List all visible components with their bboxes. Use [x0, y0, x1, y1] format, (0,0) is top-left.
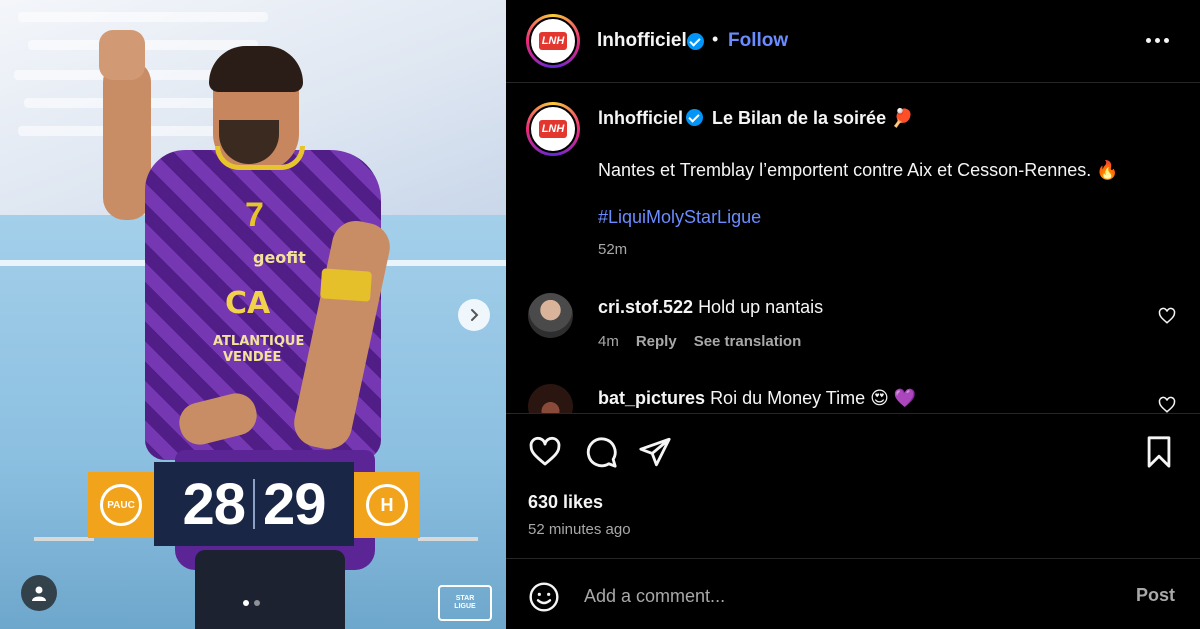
- comment-time: 4m: [598, 333, 619, 350]
- header-separator: •: [712, 29, 719, 49]
- likes-count[interactable]: 630 likes: [528, 492, 603, 513]
- sponsor-ca: CA: [225, 286, 271, 321]
- score-bar-right: [418, 537, 478, 541]
- comment-input[interactable]: [584, 581, 1104, 611]
- chevron-right-icon: [471, 309, 479, 321]
- comment-emojis: 😍 💜: [870, 388, 917, 408]
- caption-hashtag[interactable]: #LiquiMolyStarLigue: [598, 207, 761, 228]
- comment-icon[interactable]: [584, 435, 618, 469]
- comment-username[interactable]: cri.stof.522: [598, 297, 693, 317]
- sponsor-atlantique: ATLANTIQUE: [213, 334, 305, 349]
- away-team-logo: H: [354, 472, 420, 538]
- comment-composer: Post: [506, 558, 1200, 629]
- emoji-icon[interactable]: [528, 581, 560, 613]
- author-avatar[interactable]: LNH: [526, 14, 580, 68]
- caption-time: 52m: [598, 241, 628, 258]
- scoreboard: 28 29: [154, 462, 354, 546]
- starligue-logo: STAR LIGUE: [438, 585, 492, 621]
- more-icon-dot: [1163, 37, 1169, 43]
- post-timestamp: 52 minutes ago: [528, 521, 631, 538]
- comment-line: bat_pictures Roi du Money Time 😍 💜: [598, 388, 916, 409]
- comments-list[interactable]: cri.stof.522 Hold up nantais 4m Reply Se…: [506, 270, 1200, 413]
- caption-text-line: Nantes et Tremblay l’emportent contre Ai…: [598, 160, 1119, 181]
- jersey-number: 7: [245, 196, 264, 234]
- follow-button[interactable]: Follow: [728, 30, 788, 52]
- comment-like-heart-icon[interactable]: [1158, 307, 1176, 325]
- share-icon[interactable]: [638, 435, 672, 469]
- carousel-dot-1: [243, 600, 249, 606]
- score-bar-left: [34, 537, 94, 541]
- lnh-logo: LNH: [538, 32, 568, 50]
- more-options-button[interactable]: [1142, 30, 1172, 50]
- carousel-next-button[interactable]: [458, 299, 490, 331]
- away-score: 29: [263, 471, 327, 537]
- carousel-indicator: [243, 600, 260, 606]
- post-details-panel: LNH lnhofficiel • Follow LNH lnhofficiel…: [506, 0, 1200, 629]
- comment-text: Hold up nantais: [698, 297, 824, 317]
- sponsor-vendee: VENDÉE: [223, 350, 282, 365]
- caption-text: Nantes et Tremblay l’emportent contre Ai…: [598, 160, 1092, 180]
- user-icon: [32, 586, 46, 601]
- comment-text: Roi du Money Time: [710, 388, 866, 408]
- post-header: LNH lnhofficiel • Follow: [506, 0, 1200, 83]
- verified-badge-icon: [686, 109, 703, 126]
- post-comment-button[interactable]: Post: [1136, 585, 1175, 606]
- commenter-avatar[interactable]: [528, 384, 573, 413]
- carousel-dot-2: [254, 600, 260, 606]
- heart-icon[interactable]: [528, 435, 562, 469]
- home-score: 28: [182, 471, 246, 537]
- caption-username[interactable]: lnhofficiel: [598, 108, 683, 128]
- caption-headline-line: lnhofficiel Le Bilan de la soirée 🏓: [598, 108, 914, 129]
- more-icon-dot: [1145, 37, 1151, 43]
- comment-line: cri.stof.522 Hold up nantais: [598, 297, 823, 318]
- see-translation-button[interactable]: See translation: [694, 333, 802, 350]
- comment-meta: 4m Reply See translation: [598, 333, 801, 350]
- score-separator: [253, 479, 255, 529]
- verified-badge-icon: [687, 33, 704, 50]
- commenter-avatar[interactable]: [528, 293, 573, 338]
- lnh-logo: LNH: [538, 120, 568, 138]
- bookmark-icon[interactable]: [1142, 435, 1176, 469]
- fire-emoji: 🔥: [1096, 160, 1119, 180]
- comment-like-heart-icon[interactable]: [1158, 396, 1176, 413]
- more-icon-dot: [1154, 37, 1160, 43]
- home-team-logo: PAUC: [88, 472, 154, 538]
- author-username[interactable]: lnhofficiel: [597, 30, 687, 52]
- caption-headline: Le Bilan de la soirée: [712, 108, 887, 128]
- comment-username[interactable]: bat_pictures: [598, 388, 705, 408]
- post-actions: 630 likes 52 minutes ago Post: [506, 413, 1200, 629]
- reply-button[interactable]: Reply: [636, 333, 677, 350]
- post-media[interactable]: 7 geofit CA ATLANTIQUE VENDÉE PAUC 28 29…: [0, 0, 506, 629]
- ping-pong-emoji: 🏓: [891, 108, 914, 128]
- tagged-users-button[interactable]: [21, 575, 57, 611]
- sponsor-geofit: geofit: [253, 248, 306, 267]
- caption-author-avatar[interactable]: LNH: [526, 102, 580, 156]
